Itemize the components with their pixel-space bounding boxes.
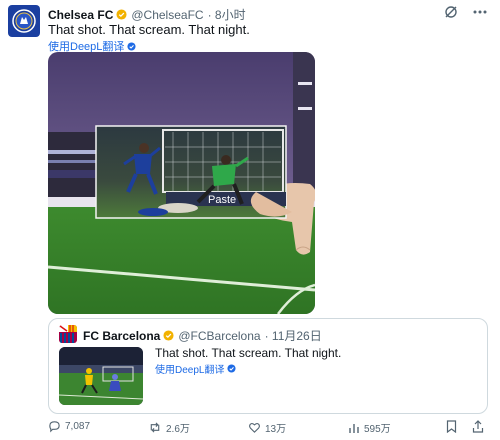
like-button[interactable]: 13万 [248,420,286,435]
bookmark-button[interactable] [446,420,457,433]
reply-icon[interactable] [48,420,61,433]
top-actions [444,5,488,19]
heart-icon[interactable] [248,421,261,434]
views-count: 595万 [364,424,391,435]
quote-author-handle[interactable]: @FCBarcelona [178,329,260,343]
quote-header: FC Barcelona @FCBarcelona · 11月26日 [83,327,322,344]
stadium-photo: Paste [48,52,315,314]
quote-photo [59,347,143,405]
verified-badge-icon [116,9,127,20]
quote-translate-badge-icon[interactable] [227,364,237,373]
quote-post-time[interactable]: · 11月26日 [265,327,322,344]
author-name[interactable]: Chelsea FC [48,8,113,22]
repost-icon[interactable] [148,421,162,434]
quote-verified-badge-icon [163,330,174,341]
quote-translate-label[interactable]: 使用DeepL翻译 [155,361,224,376]
reply-button[interactable]: 7,087 [48,420,90,433]
chelsea-avatar[interactable] [8,5,40,37]
translate-gear-icon[interactable] [127,41,136,51]
share-button[interactable] [472,420,484,433]
quote-media-thumbnail[interactable] [59,347,143,405]
author-handle[interactable]: @ChelseaFC [131,8,203,22]
tweet-action-bar: 7,087 2.6万 13万 595万 [48,420,488,436]
repost-count: 2.6万 [166,424,190,435]
more-options-icon[interactable] [472,9,488,15]
tweet-header: Chelsea FC @ChelseaFC · 8小时 [48,6,246,23]
tweet-media-image[interactable]: Paste [48,52,315,314]
bookmark-icon[interactable] [446,420,457,433]
reply-count: 7,087 [65,421,91,432]
post-time[interactable]: · 8小时 [208,6,246,23]
chelsea-crest-icon [12,9,36,33]
grok-icon[interactable] [444,5,458,19]
tweet-text: That shot. That scream. That night. [48,22,250,37]
barcelona-avatar[interactable] [59,325,77,343]
like-count: 13万 [265,424,287,435]
quote-text: That shot. That scream. That night. [155,346,342,360]
share-icon[interactable] [472,420,484,433]
quote-translate-link[interactable]: 使用DeepL翻译 [155,361,237,376]
repost-button[interactable]: 2.6万 [148,420,190,435]
views-bar-chart-icon[interactable] [348,422,360,434]
quote-author-name[interactable]: FC Barcelona [83,329,160,343]
barcelona-crest-icon [59,325,77,343]
views-button[interactable]: 595万 [348,420,391,435]
quoted-tweet-card[interactable]: FC Barcelona @FCBarcelona · 11月26日 That … [48,318,488,414]
ad-board-text: Paste [208,194,236,206]
